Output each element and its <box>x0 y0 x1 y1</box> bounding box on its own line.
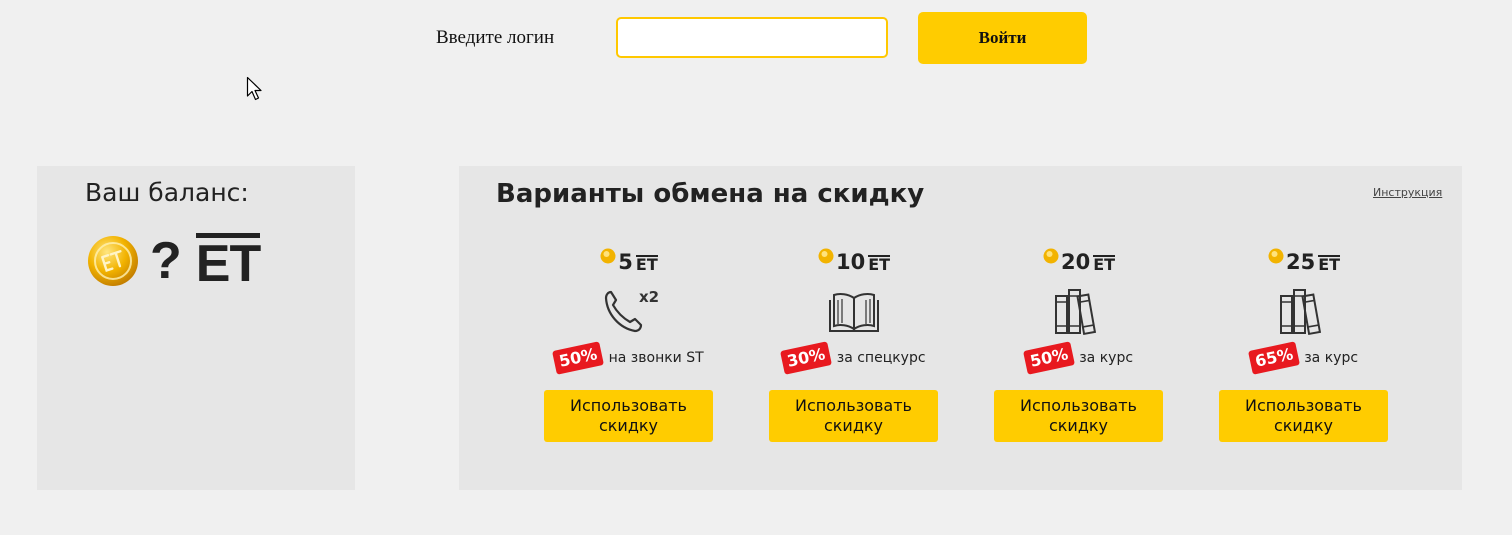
phone-x2-label: x2 <box>639 288 659 306</box>
offer-amount: 20 <box>1060 250 1091 274</box>
use-discount-button[interactable]: Использовать скидку <box>994 390 1163 442</box>
offer-card: 25 ET 65% за курс Использовать скидку <box>1219 248 1389 444</box>
books-icon <box>1055 289 1097 336</box>
offer-card: 10 ET 30% за спецкурс Использовать скидк… <box>769 248 939 444</box>
discount-description: за спецкурс <box>836 350 926 366</box>
use-discount-button[interactable]: Использовать скидку <box>1219 390 1388 442</box>
books-icon <box>1280 289 1322 336</box>
offer-discount: 50% за курс <box>994 341 1164 375</box>
offer-amount: 10 <box>835 250 866 274</box>
discount-badge: 50% <box>552 341 605 375</box>
balance-panel: Ваш баланс: ? ET <box>37 166 355 490</box>
offer-discount: 50% на звонки ST <box>544 341 714 375</box>
offer-unit: ET <box>868 255 891 274</box>
coin-icon <box>1043 248 1059 264</box>
offer-unit: ET <box>1318 255 1341 274</box>
login-button[interactable]: Войти <box>918 12 1087 64</box>
coin-icon <box>818 248 834 264</box>
offer-unit: ET <box>635 255 658 274</box>
offer-discount: 65% за курс <box>1219 341 1389 375</box>
balance-unit: ET <box>195 232 261 293</box>
balance-row: ? ET <box>87 232 261 293</box>
offer-price: 5 ET <box>544 248 714 274</box>
mouse-cursor-icon <box>246 76 262 101</box>
discount-description: за курс <box>1304 350 1359 366</box>
balance-value: ? <box>150 232 182 290</box>
discount-description: за курс <box>1079 350 1134 366</box>
discount-badge: 65% <box>1247 341 1301 375</box>
coin-icon <box>1268 248 1284 264</box>
offer-discount: 30% за спецкурс <box>769 341 939 375</box>
coin-icon <box>600 248 616 264</box>
exchange-title: Варианты обмена на скидку <box>496 179 925 209</box>
discount-badge: 30% <box>780 341 833 375</box>
offer-price: 25 ET <box>1219 248 1389 274</box>
phone-x2-icon: x2 <box>604 288 659 333</box>
offer-price: 10 ET <box>769 248 939 274</box>
offer-amount: 5 <box>618 250 633 274</box>
offer-card: 5 ET x2 50% на звонки ST Использовать ск… <box>544 248 714 444</box>
offer-amount: 25 <box>1285 250 1316 274</box>
use-discount-button[interactable]: Использовать скидку <box>769 390 938 442</box>
use-discount-button[interactable]: Использовать скидку <box>544 390 713 442</box>
balance-title: Ваш баланс: <box>85 178 249 207</box>
login-input[interactable] <box>616 17 888 58</box>
open-book-icon <box>829 293 879 332</box>
instructions-link[interactable]: Инструкция <box>1373 186 1442 199</box>
offer-card: 20 ET 50% за курс Использовать скидку <box>994 248 1164 444</box>
offer-price: 20 ET <box>994 248 1164 274</box>
discount-description: на звонки ST <box>608 350 704 366</box>
discount-badge: 50% <box>1022 341 1076 375</box>
offer-unit: ET <box>1093 255 1116 274</box>
coin-icon <box>88 236 138 286</box>
login-label: Введите логин <box>436 27 555 48</box>
exchange-panel: Варианты обмена на скидку Инструкция 5 E… <box>459 166 1462 490</box>
